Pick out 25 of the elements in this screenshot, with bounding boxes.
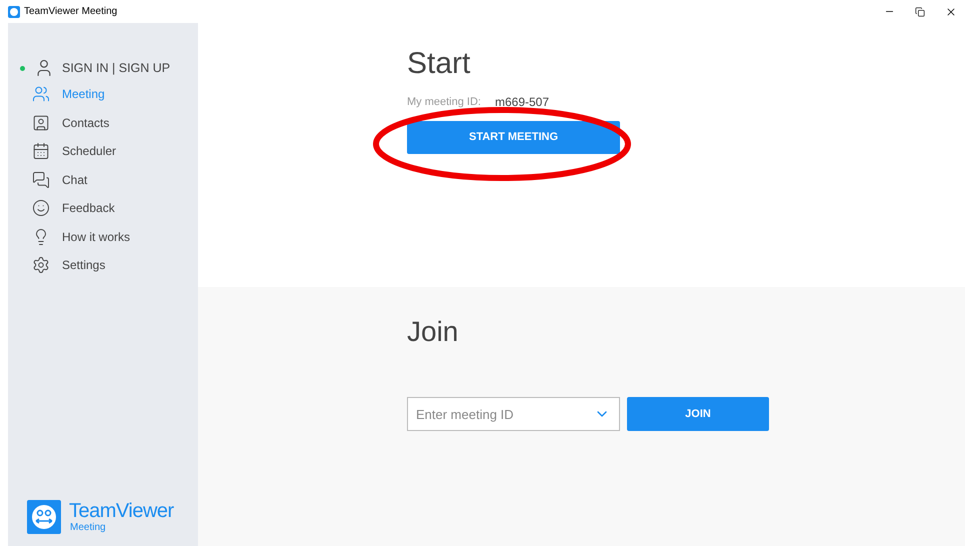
settings-icon [32, 256, 50, 274]
contact-card-icon [32, 114, 50, 132]
meeting-id-label: My meeting ID: [407, 94, 481, 110]
brand-subtitle: Meeting [70, 523, 107, 533]
app-logo-icon [8, 6, 20, 18]
sign-in-link[interactable]: SIGN IN | SIGN UP [62, 58, 170, 78]
meeting-id: m669-507 [494, 94, 550, 111]
meeting-id-field[interactable]: Enter meeting ID [407, 397, 620, 431]
smiley-icon [32, 199, 50, 218]
window-title: TeamViewer Meeting [24, 5, 118, 19]
sidebar-item[interactable]: Contacts [8, 108, 198, 137]
sidebar-item[interactable]: How it works [8, 222, 198, 251]
close-icon[interactable] [945, 6, 957, 18]
teamviewer-logo-icon [27, 500, 61, 534]
start-heading: Start [407, 49, 472, 79]
calendar-icon [32, 142, 50, 160]
sidebar-item[interactable]: Scheduler [8, 137, 198, 166]
sidebar-item[interactable]: Settings [8, 251, 198, 280]
sidebar-item[interactable]: Chat [8, 166, 198, 194]
brand-name: TeamViewer [69, 501, 174, 521]
people-icon [32, 85, 50, 104]
join-heading: Join [407, 318, 460, 346]
chat-bubbles-icon [32, 170, 50, 189]
restore-icon[interactable] [915, 6, 925, 16]
sidebar-item[interactable]: Feedback [8, 194, 198, 222]
